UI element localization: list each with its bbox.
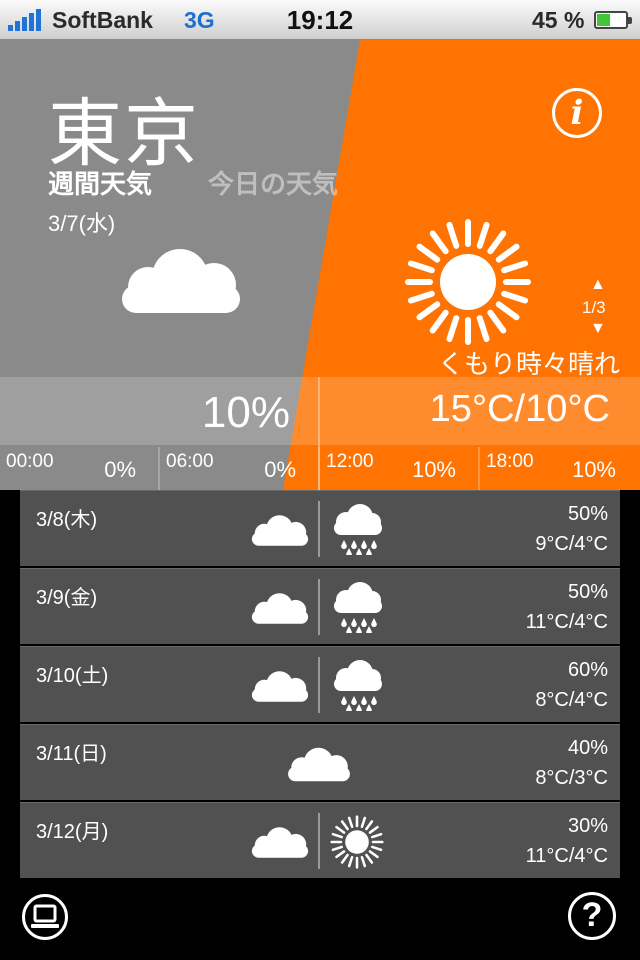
forecast-date: 3/7(水) [48, 211, 116, 236]
row-rain-chance: 50% [567, 581, 608, 603]
hour-time: 00:00 [6, 451, 54, 472]
row-rain-chance: 30% [567, 815, 608, 837]
hourly-item: 18:00 10% [480, 445, 640, 490]
cloud-icon [251, 671, 309, 702]
row-divider [318, 501, 320, 557]
cloud-icon [251, 515, 309, 546]
hourly-item: 00:00 0% [0, 445, 160, 490]
hourly-item: 12:00 10% [320, 445, 480, 490]
row-temperature: 8°C/3°C [535, 767, 608, 789]
forecast-row[interactable]: 3/9(金) 50% 11°C/4°C [20, 568, 620, 644]
row-rain-chance: 50% [567, 503, 608, 525]
rain-chance: 10% [201, 388, 290, 437]
hourly-item: 06:00 0% [160, 445, 320, 490]
row-date: 3/10(土) [36, 665, 109, 687]
help-icon[interactable]: ? [568, 892, 616, 940]
row-temperature: 8°C/4°C [535, 689, 608, 711]
sun-icon [330, 815, 384, 869]
row-date: 3/11(日) [36, 743, 107, 765]
battery-icon [594, 11, 632, 29]
cloud-icon [288, 747, 350, 782]
battery-fill [597, 14, 610, 26]
forecast-row[interactable]: 3/8(木) 50% 9°C/4°C [20, 490, 620, 566]
forecast-row[interactable]: 3/11(日) 40% 8°C/3°C [20, 724, 620, 800]
row-temperature: 9°C/4°C [535, 533, 608, 555]
hourly-rain-chance: 00:00 0% 06:00 0% 12:00 10% 18:00 10% [0, 445, 640, 490]
rain-icon [334, 582, 382, 633]
rain-icon [334, 504, 382, 555]
row-divider [318, 813, 320, 869]
cloud-icon [251, 593, 309, 624]
cloud-icon [122, 249, 240, 313]
forecast-row[interactable]: 3/10(土) 60% 8°C/4°C [20, 646, 620, 722]
hour-time: 12:00 [326, 451, 374, 472]
tab-today-weather[interactable]: 今日の天気 [208, 164, 338, 201]
laptop-glyph [31, 904, 59, 928]
row-divider [318, 657, 320, 713]
battery-percent: 45 % [532, 7, 585, 33]
row-rain-chance: 40% [567, 737, 608, 759]
temperature-range: 15°C/10°C [429, 388, 610, 430]
forecast-row[interactable]: 3/12(月) 30% 11°C/4°C [20, 802, 620, 878]
row-date: 3/12(月) [36, 821, 109, 843]
hour-time: 06:00 [166, 451, 214, 472]
row-divider [318, 579, 320, 635]
tab-weekly-weather[interactable]: 週間天気 [48, 164, 152, 201]
info-icon[interactable]: i [552, 88, 602, 138]
cloud-icon [251, 827, 309, 858]
hour-time: 18:00 [486, 451, 534, 472]
weather-condition: くもり時々晴れ [437, 349, 620, 379]
page-up-arrow-icon[interactable]: ▲ [590, 276, 606, 294]
page-down-arrow-icon[interactable]: ▼ [590, 320, 606, 338]
status-bar: SoftBank 3G 19:12 45 % [0, 0, 640, 40]
laptop-icon[interactable] [22, 894, 68, 940]
row-temperature: 11°C/4°C [525, 845, 608, 867]
row-date: 3/8(木) [36, 509, 98, 531]
hour-rain-chance: 0% [264, 457, 296, 482]
row-date: 3/9(金) [36, 587, 98, 609]
hour-rain-chance: 10% [411, 457, 456, 482]
sun-icon [405, 219, 531, 345]
row-rain-chance: 60% [567, 659, 608, 681]
page-indicator: 1/3 [582, 298, 606, 317]
hour-rain-chance: 0% [104, 457, 136, 482]
row-temperature: 11°C/4°C [525, 611, 608, 633]
hour-rain-chance: 10% [571, 457, 616, 482]
today-forecast-panel: 東京 週間天気 今日の天気 3/7(水) i ▲ 1/3 ▼ くもり時々晴れ 1… [0, 40, 640, 490]
rain-icon [334, 660, 382, 711]
